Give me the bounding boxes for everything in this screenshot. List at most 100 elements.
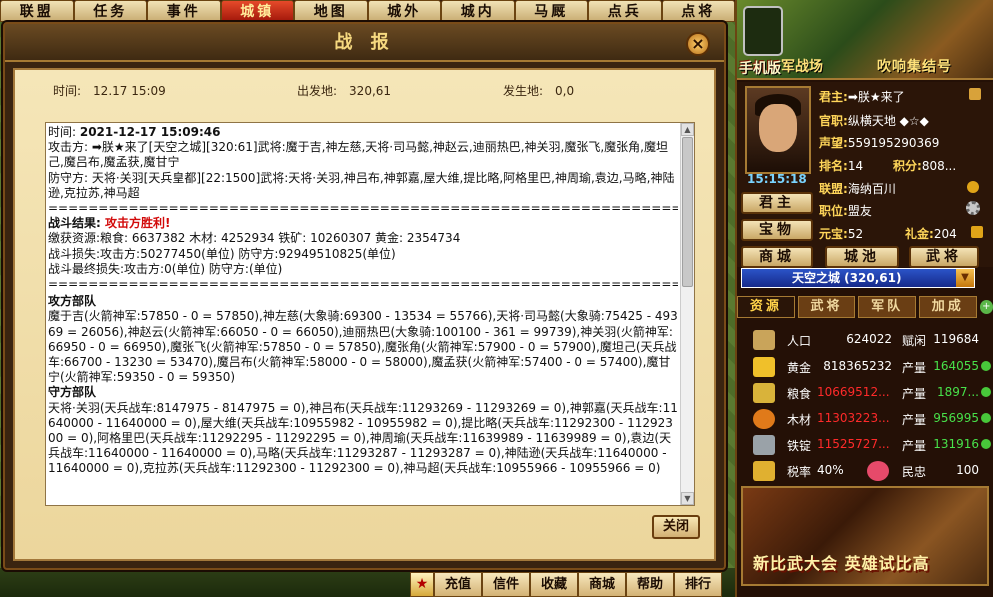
idle-value: 119684 bbox=[933, 332, 979, 346]
title-value: 纵横天地 bbox=[847, 114, 896, 128]
nav-tab-alliance[interactable]: 联盟 bbox=[0, 0, 74, 22]
help-button[interactable]: 帮助 bbox=[626, 572, 674, 597]
time-info: 时间: 12.17 15:09 bbox=[53, 82, 166, 99]
ad-banner[interactable]: 新比武大会 英雄试比高 bbox=[741, 486, 989, 586]
gold-output-value: 164055 bbox=[933, 359, 979, 373]
recharge-button[interactable]: 充值 bbox=[434, 572, 482, 597]
tab-generals[interactable]: 武将 bbox=[797, 296, 856, 318]
gift-icon[interactable] bbox=[971, 226, 983, 238]
gear-icon[interactable] bbox=[966, 201, 980, 215]
report-time-label: 时间: bbox=[48, 125, 80, 139]
wood-output-value: 956995 bbox=[933, 411, 979, 425]
position-stat: 职位:盟友 bbox=[819, 202, 872, 219]
city-button[interactable]: 城池 bbox=[825, 246, 899, 268]
wood-icon bbox=[753, 409, 775, 429]
fame-value: 559195290369 bbox=[847, 136, 940, 150]
nav-tab-inside[interactable]: 城内 bbox=[441, 0, 515, 22]
nav-tab-map[interactable]: 地图 bbox=[294, 0, 368, 22]
lock-icon[interactable] bbox=[969, 88, 981, 100]
city-select[interactable]: 天空之城 (320,61) bbox=[741, 268, 975, 288]
score-stat: 积分:808... bbox=[893, 157, 956, 174]
iron-plus-icon[interactable] bbox=[981, 439, 991, 449]
lord-button[interactable]: 君主 bbox=[741, 192, 813, 214]
gold-plus-icon[interactable] bbox=[981, 361, 991, 371]
close-button[interactable]: 关闭 bbox=[652, 515, 700, 539]
iron-value: 11525727... bbox=[817, 437, 890, 451]
tax-label: 税率 bbox=[787, 465, 812, 479]
report-paper: 时间: 12.17 15:09 出发地: 320,61 发生地: 0,0 时间: 20… bbox=[13, 68, 716, 561]
title-stat: 官职:纵横天地 ◆☆◆ bbox=[819, 112, 929, 129]
banner-rally-text: 吹响集结号 bbox=[877, 59, 952, 75]
ranking-button[interactable]: 排行 bbox=[674, 572, 722, 597]
gold-label: 黄金 bbox=[787, 361, 812, 375]
food-icon bbox=[753, 383, 775, 403]
top-banner[interactable]: 手机版 军战场 吹响集结号 bbox=[737, 0, 993, 80]
mail-button[interactable]: 信件 bbox=[482, 572, 530, 597]
idle-label: 赋闲 bbox=[902, 334, 927, 348]
shop-button[interactable]: 商城 bbox=[578, 572, 626, 597]
rank-label: 排名: bbox=[819, 159, 848, 173]
time-label: 时间: bbox=[53, 84, 82, 98]
nav-tab-event[interactable]: 事件 bbox=[147, 0, 221, 22]
generals-button[interactable]: 武将 bbox=[909, 246, 979, 268]
food-plus-icon[interactable] bbox=[981, 387, 991, 397]
gift-stat: 礼金:204 bbox=[905, 225, 957, 242]
food-value: 10669512... bbox=[817, 385, 890, 399]
clock: 15:15:18 bbox=[747, 172, 807, 186]
scroll-down-icon[interactable]: ▼ bbox=[681, 492, 694, 505]
wood-row: 木材 11303223... 产量 956995 bbox=[737, 407, 993, 431]
nav-tab-town[interactable]: 城镇 bbox=[220, 0, 294, 22]
nav-tab-troops[interactable]: 点兵 bbox=[588, 0, 662, 22]
food-label: 粮食 bbox=[787, 387, 812, 401]
population-icon bbox=[753, 330, 775, 350]
avatar[interactable] bbox=[745, 86, 811, 174]
separator: ========================================… bbox=[48, 277, 678, 292]
star-icon[interactable]: ★ bbox=[410, 572, 434, 597]
iron-icon bbox=[753, 435, 775, 455]
title-label: 官职: bbox=[819, 114, 848, 128]
nav-tab-outside[interactable]: 城外 bbox=[367, 0, 441, 22]
alliance-icon[interactable] bbox=[967, 181, 979, 193]
nav-tab-quest[interactable]: 任务 bbox=[73, 0, 147, 22]
scroll-thumb[interactable] bbox=[682, 137, 693, 287]
tax-icon bbox=[753, 461, 775, 481]
food-output-label: 产量 bbox=[902, 387, 927, 401]
food-output-value: 1897... bbox=[937, 385, 979, 399]
position-value: 盟友 bbox=[847, 204, 872, 218]
wood-value: 11303223... bbox=[817, 411, 890, 425]
tab-army[interactable]: 军队 bbox=[858, 296, 916, 318]
nav-tab-generals[interactable]: 点将 bbox=[661, 0, 735, 22]
close-icon[interactable]: × bbox=[686, 32, 710, 56]
result-label: 战斗结果: bbox=[48, 216, 105, 231]
add-icon[interactable]: + bbox=[979, 300, 993, 314]
nav-tab-stable[interactable]: 马厩 bbox=[514, 0, 588, 22]
gold-value: 818365232 bbox=[823, 359, 892, 373]
time-value: 12.17 15:09 bbox=[93, 84, 166, 98]
location-info: 发生地: 0,0 bbox=[503, 82, 574, 99]
report-textbox[interactable]: 时间: 2021-12-17 15:09:46 攻击方: ➡朕★来了[天空之城]… bbox=[45, 122, 695, 506]
separator: ========================================… bbox=[48, 201, 678, 216]
location-label: 发生地: bbox=[503, 84, 544, 98]
report-time-value: 2021-12-17 15:09:46 bbox=[79, 125, 221, 139]
tax-value: 40% bbox=[817, 463, 844, 477]
treasure-button[interactable]: 宝物 bbox=[741, 219, 813, 241]
shop-panel-button[interactable]: 商城 bbox=[741, 246, 813, 268]
chevron-down-icon[interactable]: ▼ bbox=[956, 269, 974, 287]
position-label: 职位: bbox=[819, 204, 848, 218]
banner-mobile-text: 手机版 bbox=[739, 61, 781, 77]
favorite-button[interactable]: 收藏 bbox=[530, 572, 578, 597]
wood-label: 木材 bbox=[787, 413, 812, 427]
scroll-up-icon[interactable]: ▲ bbox=[681, 123, 694, 136]
report-scrollbar[interactable]: ▲ ▼ bbox=[680, 123, 694, 505]
wood-plus-icon[interactable] bbox=[981, 413, 991, 423]
tab-resources[interactable]: 资源 bbox=[737, 296, 795, 318]
report-defender: 防守方: 天将·关羽[天兵皇都][22:1500]武将:天将·关羽,神吕布,神郭… bbox=[48, 170, 675, 200]
modal-header: 战 报 × bbox=[5, 24, 724, 62]
lord-stat: 君主:➡朕★来了 bbox=[819, 88, 905, 105]
morale-label: 民忠 bbox=[902, 465, 927, 479]
tab-bonus[interactable]: 加成 bbox=[918, 296, 977, 318]
wood-output-label: 产量 bbox=[902, 413, 927, 427]
fame-label: 声望: bbox=[819, 136, 848, 150]
attacker-section-title: 攻方部队 bbox=[48, 294, 97, 309]
report-loss: 战斗损失:攻击方:50277450(单位) 防守方:92949510825(单位… bbox=[48, 246, 396, 261]
